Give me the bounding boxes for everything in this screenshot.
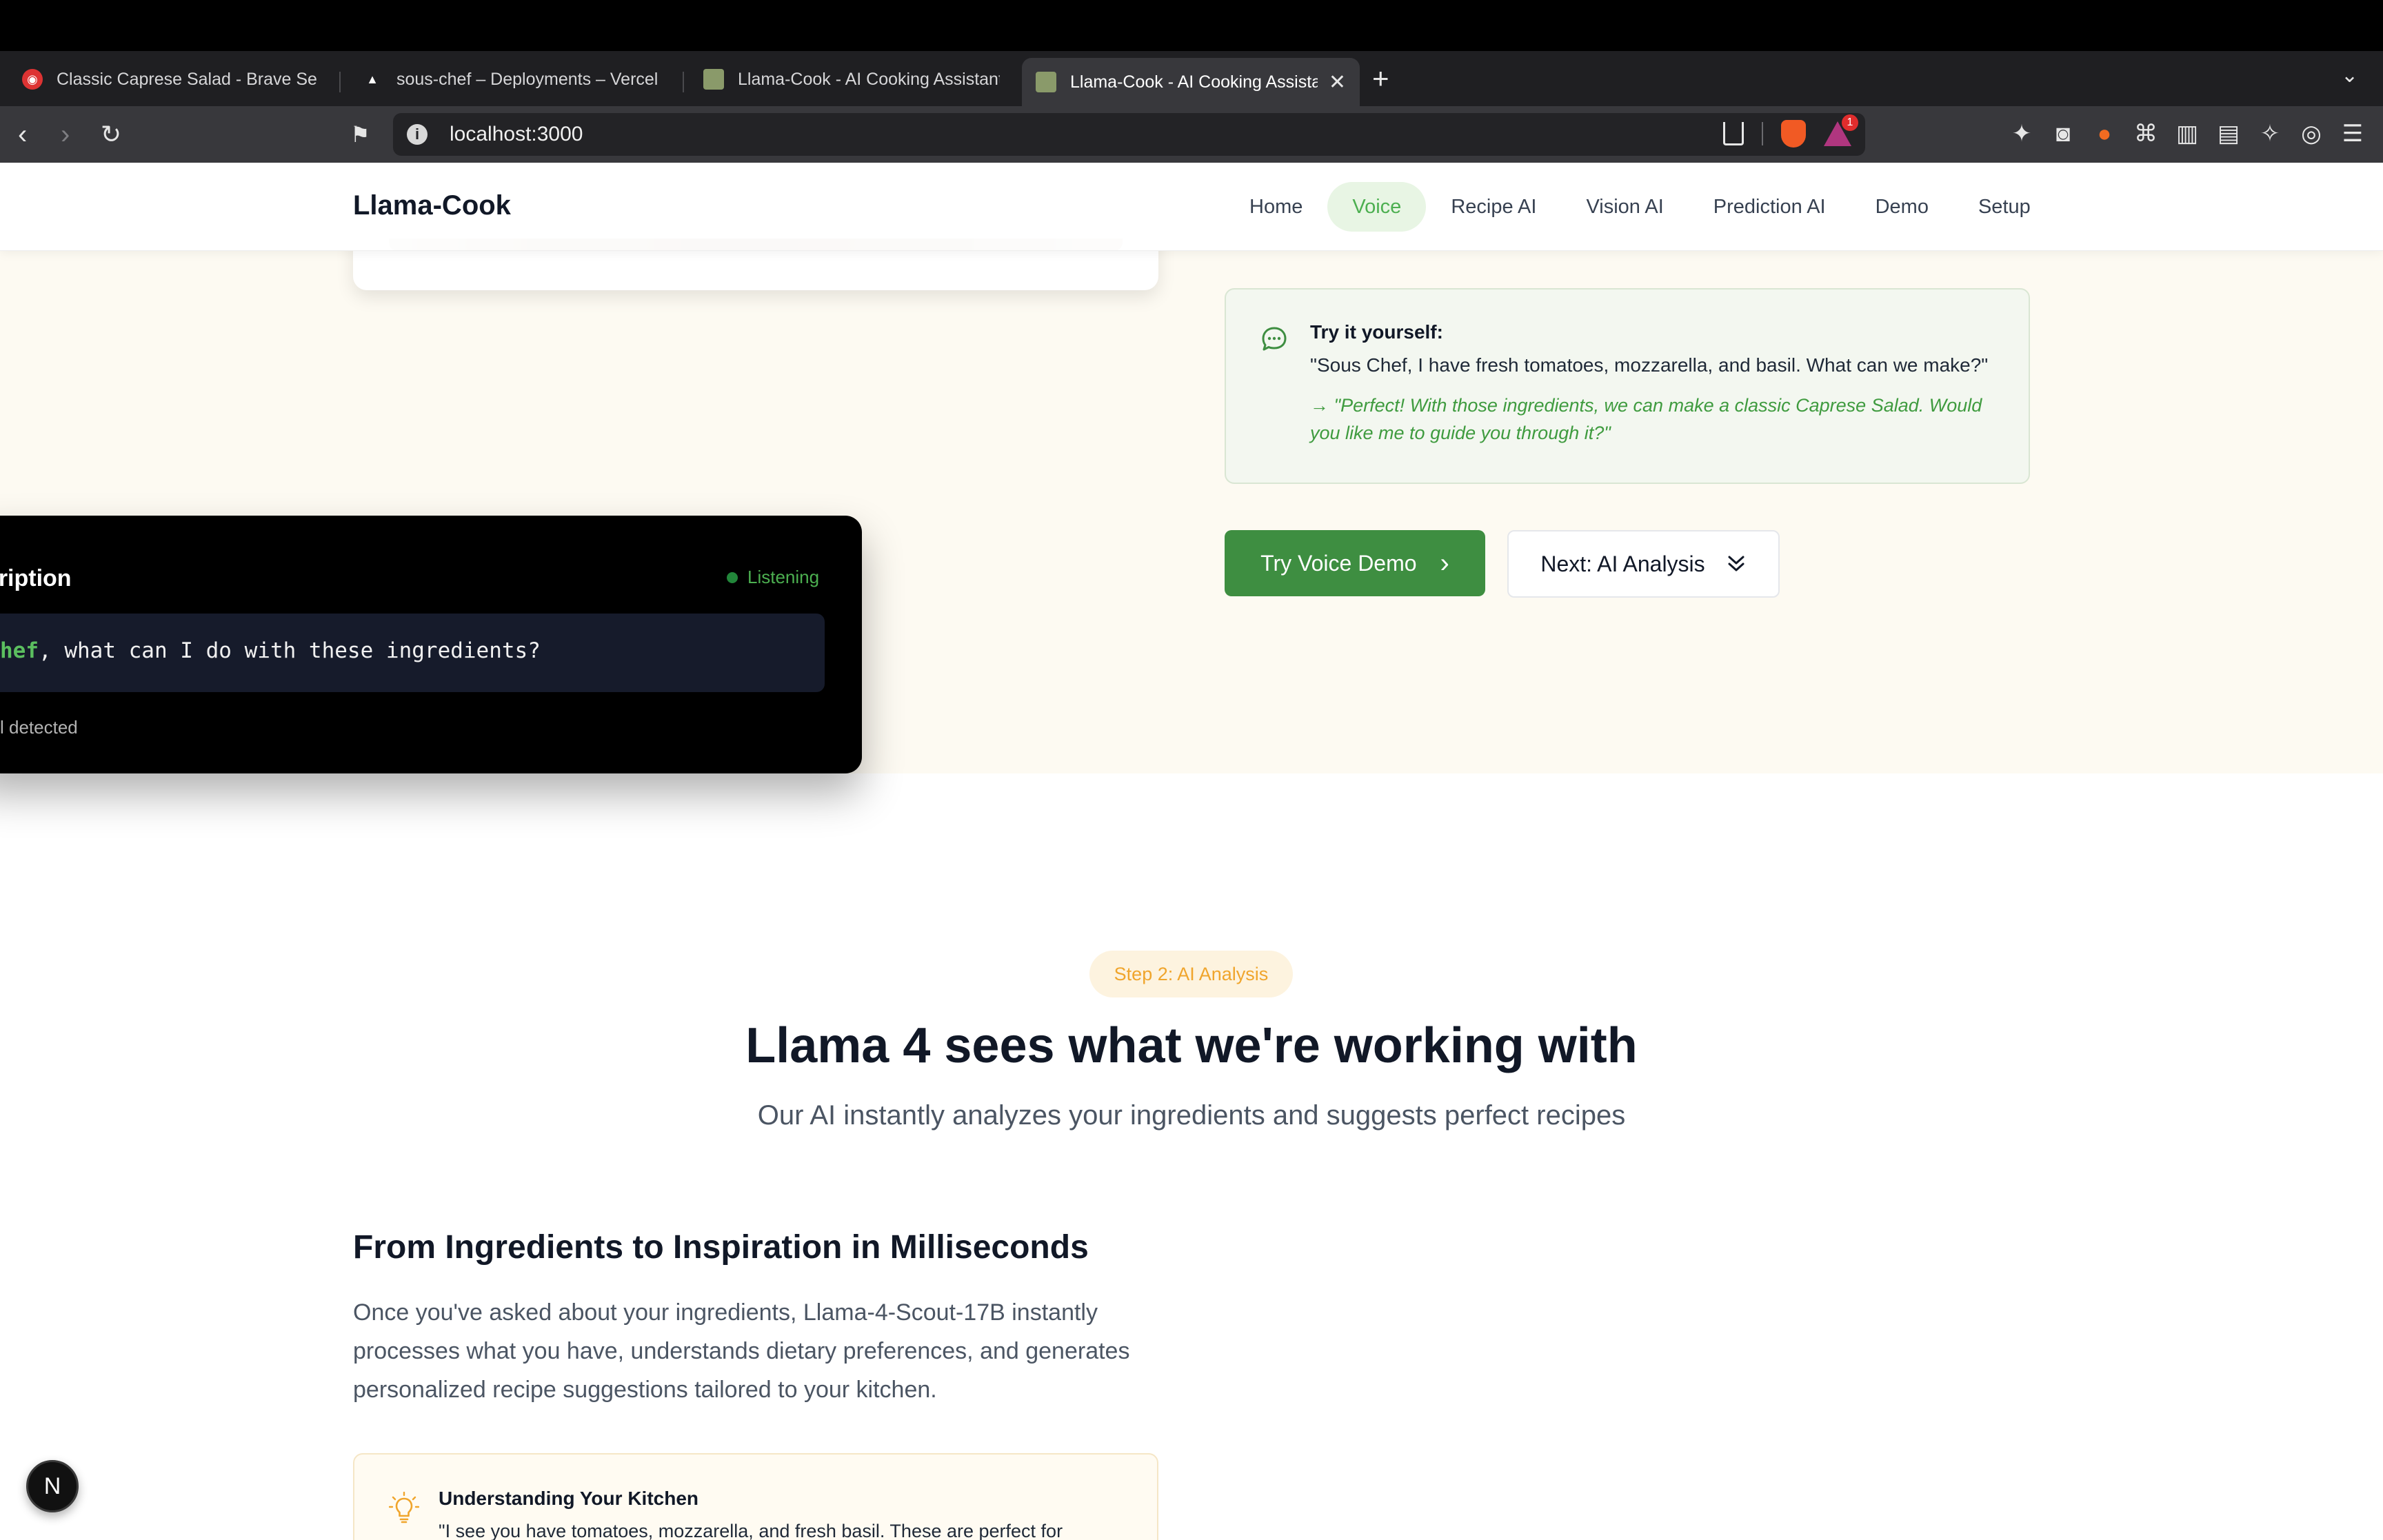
status-label: Listening bbox=[747, 567, 820, 587]
back-icon[interactable]: ‹ bbox=[18, 117, 27, 152]
try-label: Try it yourself: bbox=[1310, 321, 1443, 343]
nav-setup[interactable]: Setup bbox=[1953, 182, 2055, 232]
section-title: Llama 4 sees what we're working with bbox=[745, 1018, 1638, 1073]
nextjs-dev-badge[interactable]: N bbox=[26, 1460, 79, 1512]
section-subtitle: Our AI instantly analyzes your ingredien… bbox=[757, 1100, 1626, 1131]
tab-llama-cook-1[interactable]: Llama-Cook - AI Cooking Assistant bbox=[690, 58, 1014, 101]
tab-strip: ◉ Classic Caprese Salad - Brave Search ▲… bbox=[0, 51, 2383, 106]
llama-cook-favicon bbox=[703, 69, 724, 90]
try-it-card: Try it yourself: "Sous Chef, I have fres… bbox=[1225, 288, 2030, 484]
transcription-box: hef, what can I do with these ingredient… bbox=[0, 614, 825, 692]
transcription-title: scription bbox=[0, 565, 72, 591]
notification-badge: 1 bbox=[1842, 114, 1858, 131]
try-voice-demo-button[interactable]: Try Voice Demo › bbox=[1225, 530, 1485, 596]
share-icon[interactable] bbox=[1723, 122, 1744, 145]
feature-heading: From Ingredients to Inspiration in Milli… bbox=[353, 1229, 1089, 1266]
chevron-down-icon[interactable]: ⌄ bbox=[2341, 63, 2358, 88]
wallet-icon[interactable]: ▤ bbox=[2215, 120, 2242, 148]
info-icon[interactable]: i bbox=[407, 124, 428, 145]
forward-icon[interactable]: › bbox=[61, 117, 70, 152]
tab-separator bbox=[339, 72, 341, 92]
understanding-kitchen-card: Understanding Your Kitchen "I see you ha… bbox=[353, 1453, 1158, 1540]
bookmark-icon[interactable]: ⚑ bbox=[350, 117, 370, 152]
try-question: "Sous Chef, I have fresh tomatoes, mozza… bbox=[1310, 354, 1989, 376]
try-answer: → "Perfect! With those ingredients, we c… bbox=[1310, 395, 1982, 443]
wake-word: hef bbox=[0, 638, 39, 663]
double-chevron-down-icon bbox=[1728, 556, 1744, 571]
chevron-right-icon: › bbox=[1440, 548, 1449, 578]
nav-home[interactable]: Home bbox=[1225, 182, 1327, 232]
divider bbox=[1762, 122, 1763, 145]
transcription-footer: l detected bbox=[0, 717, 78, 738]
leo-ai-icon[interactable]: ✧ bbox=[2256, 120, 2284, 148]
os-top-bar bbox=[0, 0, 2383, 51]
status-dot-icon bbox=[727, 571, 738, 583]
kitchen-card-title: Understanding Your Kitchen bbox=[439, 1488, 698, 1509]
tab-brave-search[interactable]: ◉ Classic Caprese Salad - Brave Search bbox=[8, 58, 331, 101]
page-viewport: Llama-Cook Home Voice Recipe AI Vision A… bbox=[0, 163, 2383, 1540]
nav-vision-ai[interactable]: Vision AI bbox=[1561, 182, 1688, 232]
tab-llama-cook-active[interactable]: Llama-Cook - AI Cooking Assistant ✕ bbox=[1022, 58, 1360, 106]
puzzle-icon[interactable]: ⌘ bbox=[2132, 120, 2160, 148]
transcription-rest: , what can I do with these ingredients? bbox=[39, 638, 541, 663]
menu-icon[interactable]: ☰ bbox=[2339, 120, 2366, 148]
site-header: Llama-Cook Home Voice Recipe AI Vision A… bbox=[0, 163, 2383, 251]
url-text: localhost:3000 bbox=[450, 123, 583, 145]
vpn-icon[interactable]: ◎ bbox=[2297, 120, 2325, 148]
button-label: Try Voice Demo bbox=[1260, 550, 1417, 576]
lightbulb-icon bbox=[389, 1492, 419, 1523]
next-ai-analysis-button[interactable]: Next: AI Analysis bbox=[1507, 530, 1780, 598]
transcription-text: hef, what can I do with these ingredient… bbox=[0, 638, 541, 663]
tab-vercel[interactable]: ▲ sous-chef – Deployments – Vercel bbox=[348, 58, 679, 101]
reload-icon[interactable]: ↻ bbox=[101, 117, 121, 152]
address-bar[interactable]: i localhost:3000 1 bbox=[393, 113, 1865, 156]
vercel-icon: ▲ bbox=[366, 72, 379, 86]
chat-bubble-icon bbox=[1262, 327, 1287, 351]
button-label: Next: AI Analysis bbox=[1540, 551, 1705, 576]
nav-recipe-ai[interactable]: Recipe AI bbox=[1426, 182, 1561, 232]
brave-search-icon: ◉ bbox=[22, 69, 43, 90]
nav-demo[interactable]: Demo bbox=[1851, 182, 1953, 232]
close-icon[interactable]: ✕ bbox=[1329, 70, 1346, 94]
listening-status: Listening bbox=[727, 567, 819, 588]
tab-separator bbox=[683, 72, 684, 92]
brave-shields-icon[interactable] bbox=[1781, 120, 1806, 148]
camera-icon[interactable]: ◙ bbox=[2049, 120, 2077, 148]
step-badge: Step 2: AI Analysis bbox=[1089, 951, 1293, 997]
nav-voice[interactable]: Voice bbox=[1327, 182, 1427, 232]
nav-prediction-ai[interactable]: Prediction AI bbox=[1689, 182, 1851, 232]
transcription-card: scription Listening hef, what can I do w… bbox=[0, 516, 862, 773]
brave-rewards-icon[interactable]: 1 bbox=[1824, 114, 1858, 146]
kitchen-card-text: "I see you have tomatoes, mozzarella, an… bbox=[439, 1521, 1063, 1540]
extension-icon[interactable]: ✦ bbox=[2008, 120, 2035, 148]
llama-cook-favicon bbox=[1036, 72, 1056, 92]
extension-orange-icon[interactable]: ● bbox=[2091, 120, 2118, 148]
browser-toolbar: ‹ › ↻ ⚑ i localhost:3000 1 ✦ ◙ ● ⌘ ▥ ▤ ✧… bbox=[0, 106, 2383, 163]
feature-paragraph: Once you've asked about your ingredients… bbox=[353, 1299, 1130, 1403]
site-logo[interactable]: Llama-Cook bbox=[353, 190, 511, 221]
sidebar-icon[interactable]: ▥ bbox=[2173, 120, 2201, 148]
new-tab-button[interactable]: + bbox=[1372, 58, 1389, 99]
site-nav: Home Voice Recipe AI Vision AI Predictio… bbox=[1225, 182, 2055, 232]
